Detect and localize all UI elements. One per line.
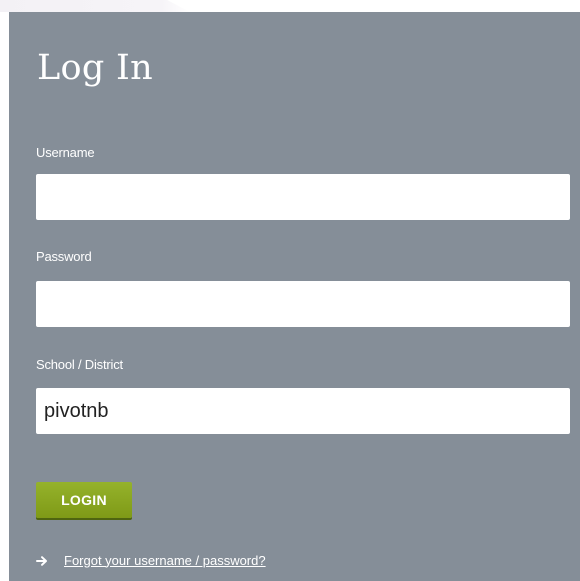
password-label: Password: [36, 249, 92, 264]
login-panel: Log In Username Password School / Distri…: [9, 12, 580, 581]
username-input[interactable]: [36, 174, 570, 220]
page-title: Log In: [37, 48, 154, 88]
top-strip: [0, 0, 580, 12]
browser-tab-shade: [0, 0, 190, 12]
forgot-credentials-row: Forgot your username / password?: [36, 550, 266, 570]
forgot-credentials-link[interactable]: Forgot your username / password?: [64, 553, 266, 568]
school-district-input[interactable]: [36, 388, 570, 434]
school-district-label: School / District: [36, 357, 123, 372]
login-button[interactable]: LOGIN: [36, 482, 132, 518]
username-label: Username: [36, 145, 95, 160]
password-input[interactable]: [36, 281, 570, 327]
arrow-right-icon: [36, 554, 48, 566]
